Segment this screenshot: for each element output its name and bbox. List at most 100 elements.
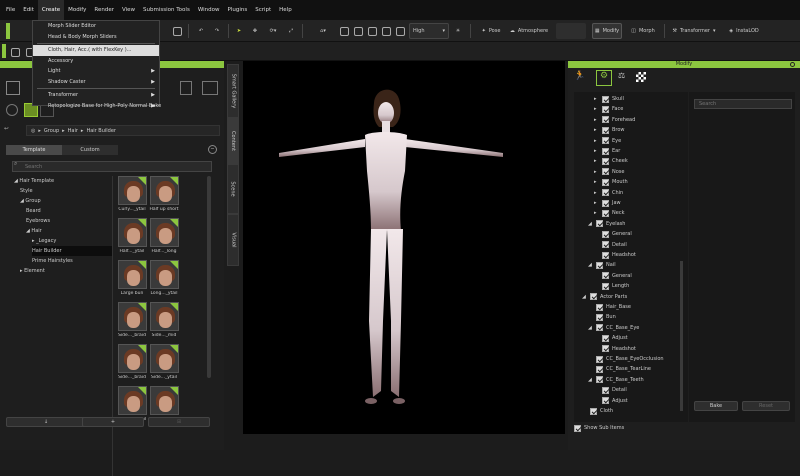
- expand-arrow-icon[interactable]: ◢: [588, 219, 593, 229]
- create-menu-item[interactable]: Retopologize Base for High-Poly Normal B…: [33, 101, 161, 112]
- create-menu-item[interactable]: Accessory: [33, 56, 159, 67]
- close-icon[interactable]: [790, 62, 795, 67]
- view-icon-5[interactable]: [394, 23, 406, 39]
- expand-arrow-icon[interactable]: ▸: [594, 136, 599, 146]
- back-icon[interactable]: ↩: [4, 126, 18, 136]
- tree-item-checkbox[interactable]: [602, 168, 609, 176]
- expand-arrow-icon[interactable]: ▸: [594, 188, 599, 198]
- modify-tree-item[interactable]: ▸ Chin: [594, 188, 623, 198]
- modify-tree-item[interactable]: CC_Base_TearLine: [588, 364, 651, 374]
- tree-item-checkbox[interactable]: [602, 116, 609, 124]
- modify-tree-item[interactable]: Length: [594, 281, 629, 291]
- tree-scrollbar[interactable]: [680, 261, 683, 411]
- hair-thumbnail[interactable]: [118, 344, 147, 373]
- quality-dropdown[interactable]: High ▾: [409, 23, 449, 39]
- reset-button[interactable]: Reset: [742, 401, 790, 411]
- bake-button[interactable]: Bake: [694, 401, 738, 411]
- modify-tree-item[interactable]: Adjust: [594, 396, 628, 406]
- expand-arrow-icon[interactable]: ◢: [588, 260, 593, 270]
- modify-tree-item[interactable]: Bun: [588, 312, 616, 322]
- create-menu-item[interactable]: Head & Body Morph Sliders: [33, 32, 159, 43]
- tree-item-checkbox[interactable]: [602, 386, 609, 394]
- modify-tree-item[interactable]: ▸ Jaw: [594, 198, 621, 208]
- tree-item-checkbox[interactable]: [602, 199, 609, 207]
- expand-arrow-icon[interactable]: ▸: [594, 156, 599, 166]
- tree-item-checkbox[interactable]: [596, 355, 603, 363]
- modify-tree-item[interactable]: ◢ Nail: [588, 260, 616, 270]
- modify-tree-item[interactable]: ▸ Ear: [594, 146, 620, 156]
- content-search-input[interactable]: [12, 161, 212, 172]
- modify-tree-item[interactable]: ▸ Brow: [594, 125, 625, 135]
- download-button[interactable]: ↓: [6, 417, 86, 427]
- tree-item-checkbox[interactable]: [602, 126, 609, 134]
- tree-item-checkbox[interactable]: [596, 313, 603, 321]
- hair-thumbnail[interactable]: [118, 260, 147, 289]
- tree-item-checkbox[interactable]: [602, 157, 609, 165]
- content-tree-item[interactable]: ◢ Group: [20, 196, 112, 206]
- tree-item-checkbox[interactable]: [602, 241, 609, 249]
- content-tree-item[interactable]: Eyebrows: [26, 216, 112, 226]
- tree-item-checkbox[interactable]: [602, 209, 609, 217]
- modify-tree-item[interactable]: ▸ Forehead: [594, 115, 635, 125]
- expand-arrow-icon[interactable]: ▸: [594, 198, 599, 208]
- tree-item-checkbox[interactable]: [602, 282, 609, 290]
- hair-thumbnail[interactable]: [118, 218, 147, 247]
- tree-item-checkbox[interactable]: [596, 220, 603, 228]
- checker-icon[interactable]: [636, 72, 646, 82]
- tree-item-checkbox[interactable]: [602, 272, 609, 280]
- modify-tree-item[interactable]: ▸ Neck: [594, 208, 624, 218]
- light-icon[interactable]: ☀: [452, 23, 464, 39]
- modify-tree-item[interactable]: Cloth: [582, 406, 613, 416]
- scene-icon[interactable]: [202, 81, 218, 95]
- tree-item-checkbox[interactable]: [590, 293, 597, 301]
- blank-button[interactable]: [556, 23, 586, 39]
- content-tree-item[interactable]: Beard: [26, 206, 112, 216]
- view-icon-3[interactable]: [366, 23, 378, 39]
- instalod-button[interactable]: ◈ InstaLOD: [724, 23, 764, 39]
- create-menu-item[interactable]: Light ▶: [33, 66, 159, 77]
- show-sub-items-checkbox[interactable]: [574, 424, 581, 432]
- hair-thumbnail[interactable]: [150, 260, 179, 289]
- attribute-icon[interactable]: ⚙: [596, 70, 612, 86]
- modify-tree-item[interactable]: Hair_Base: [588, 302, 631, 312]
- content-tree-item[interactable]: ▸ _Legacy: [32, 236, 112, 246]
- hair-thumbnail[interactable]: [118, 176, 147, 205]
- tab-visual[interactable]: Visual: [227, 214, 239, 266]
- expand-arrow-icon[interactable]: ▸: [594, 167, 599, 177]
- tree-item-checkbox[interactable]: [596, 303, 603, 311]
- menu-plugins[interactable]: Plugins: [224, 0, 252, 20]
- menu-create[interactable]: Create: [37, 0, 65, 20]
- tree-item-checkbox[interactable]: [602, 95, 609, 103]
- modify-tree-item[interactable]: Detail: [594, 240, 627, 250]
- content-tree-item[interactable]: Style: [20, 186, 112, 196]
- modify-tree-item[interactable]: ▸ Skull: [594, 94, 624, 104]
- modify-tree-item[interactable]: ◢ CC_Base_Teeth: [588, 375, 644, 385]
- tree-item-checkbox[interactable]: [602, 251, 609, 259]
- view-icon-4[interactable]: [380, 23, 392, 39]
- create-menu-item[interactable]: Cloth, Hair, Acc.( with FlexKey )...: [33, 45, 159, 56]
- transformer-button[interactable]: ⚒ Transformer ▾: [670, 23, 718, 39]
- create-menu-item[interactable]: Transformer ▶: [33, 90, 159, 101]
- tree-item-checkbox[interactable]: [596, 324, 603, 332]
- content-tree-item[interactable]: Hair Builder: [32, 246, 112, 256]
- create-menu-item[interactable]: Morph Slider Editor: [33, 21, 159, 32]
- tree-item-checkbox[interactable]: [602, 147, 609, 155]
- expand-arrow-icon[interactable]: ◢: [588, 375, 593, 385]
- modify-tree-item[interactable]: General: [594, 229, 632, 239]
- content-tree-item[interactable]: ▸ Element: [20, 266, 112, 276]
- expand-arrow-icon[interactable]: ▸: [594, 125, 599, 135]
- morph-button[interactable]: ◫ Morph: [628, 23, 658, 39]
- modify-tree-item[interactable]: General: [594, 271, 632, 281]
- view-icon-1[interactable]: [338, 23, 350, 39]
- modify-tree-item[interactable]: ◢ Eyelash: [588, 219, 625, 229]
- tab-content[interactable]: Content: [227, 118, 239, 164]
- hair-thumbnail[interactable]: [150, 176, 179, 205]
- modify-tree-item[interactable]: ▸ Cheek: [594, 156, 628, 166]
- content-tree-item[interactable]: ◢ Hair: [26, 226, 112, 236]
- menu-script[interactable]: Script: [251, 0, 275, 20]
- tab-smart-gallery[interactable]: Smart Gallery: [227, 64, 239, 118]
- menu-view[interactable]: View: [118, 0, 139, 20]
- expand-arrow-icon[interactable]: ▸: [594, 104, 599, 114]
- menu-help[interactable]: Help: [275, 0, 296, 20]
- expand-arrow-icon[interactable]: ▸: [594, 146, 599, 156]
